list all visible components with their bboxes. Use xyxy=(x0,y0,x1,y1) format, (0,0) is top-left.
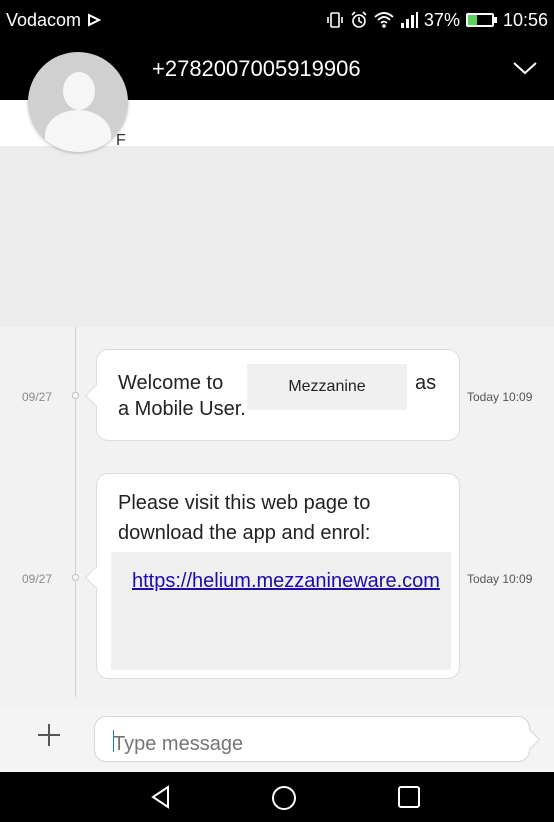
link-preview-box: https://helium.mezzanineware.com xyxy=(111,552,451,670)
contact-avatar[interactable] xyxy=(28,52,128,152)
bubble-tail xyxy=(84,384,107,407)
message-date: 09/27 xyxy=(22,390,53,404)
avatar-head xyxy=(63,72,95,110)
battery-level xyxy=(467,15,477,25)
avatar-body xyxy=(45,110,111,152)
home-icon[interactable] xyxy=(270,784,298,817)
message-bubble[interactable]: Please visit this web page to download t… xyxy=(84,473,460,679)
message-bubble[interactable]: Welcome to as a Mobile User. Mezzanine xyxy=(84,349,460,441)
message-time: Today 10:09 xyxy=(467,390,533,404)
message-text: Welcome to xyxy=(118,372,224,394)
alarm-icon xyxy=(350,11,368,29)
timeline-dot xyxy=(72,574,79,581)
recents-icon[interactable] xyxy=(396,784,422,815)
signal-icon xyxy=(400,12,418,28)
notification-icon xyxy=(87,13,102,27)
message-text: Please visit this web page to xyxy=(118,492,371,514)
back-icon[interactable] xyxy=(148,784,174,815)
preview-text: F xyxy=(116,132,126,149)
plus-icon[interactable] xyxy=(32,718,66,757)
timeline-line xyxy=(75,327,76,697)
message-link[interactable]: https://helium.mezzanineware.com xyxy=(132,566,442,596)
timeline-dot xyxy=(72,392,79,399)
message-input[interactable] xyxy=(94,716,530,762)
message-text: download the app and enrol: xyxy=(118,522,371,544)
wifi-icon xyxy=(374,11,394,29)
message-text: as xyxy=(415,372,437,394)
battery-percent: 37% xyxy=(423,9,460,30)
bubble-tail xyxy=(84,566,107,589)
battery-icon xyxy=(465,13,497,27)
clock: 10:56 xyxy=(502,9,548,30)
chevron-down-icon[interactable] xyxy=(512,60,538,81)
status-bar: Vodacom 37% 10:56 xyxy=(0,0,554,40)
composer-bar xyxy=(0,708,554,772)
carrier-label: Vodacom xyxy=(6,9,82,30)
redaction-label: Mezzanine xyxy=(247,364,407,410)
message-text: a Mobile User. xyxy=(118,398,246,420)
message-date: 09/27 xyxy=(22,572,53,586)
vibrate-icon xyxy=(326,11,344,29)
navigation-bar xyxy=(0,772,554,822)
message-time: Today 10:09 xyxy=(467,572,533,586)
text-cursor xyxy=(113,730,114,752)
contact-number: +2782007005919906 xyxy=(152,56,361,81)
